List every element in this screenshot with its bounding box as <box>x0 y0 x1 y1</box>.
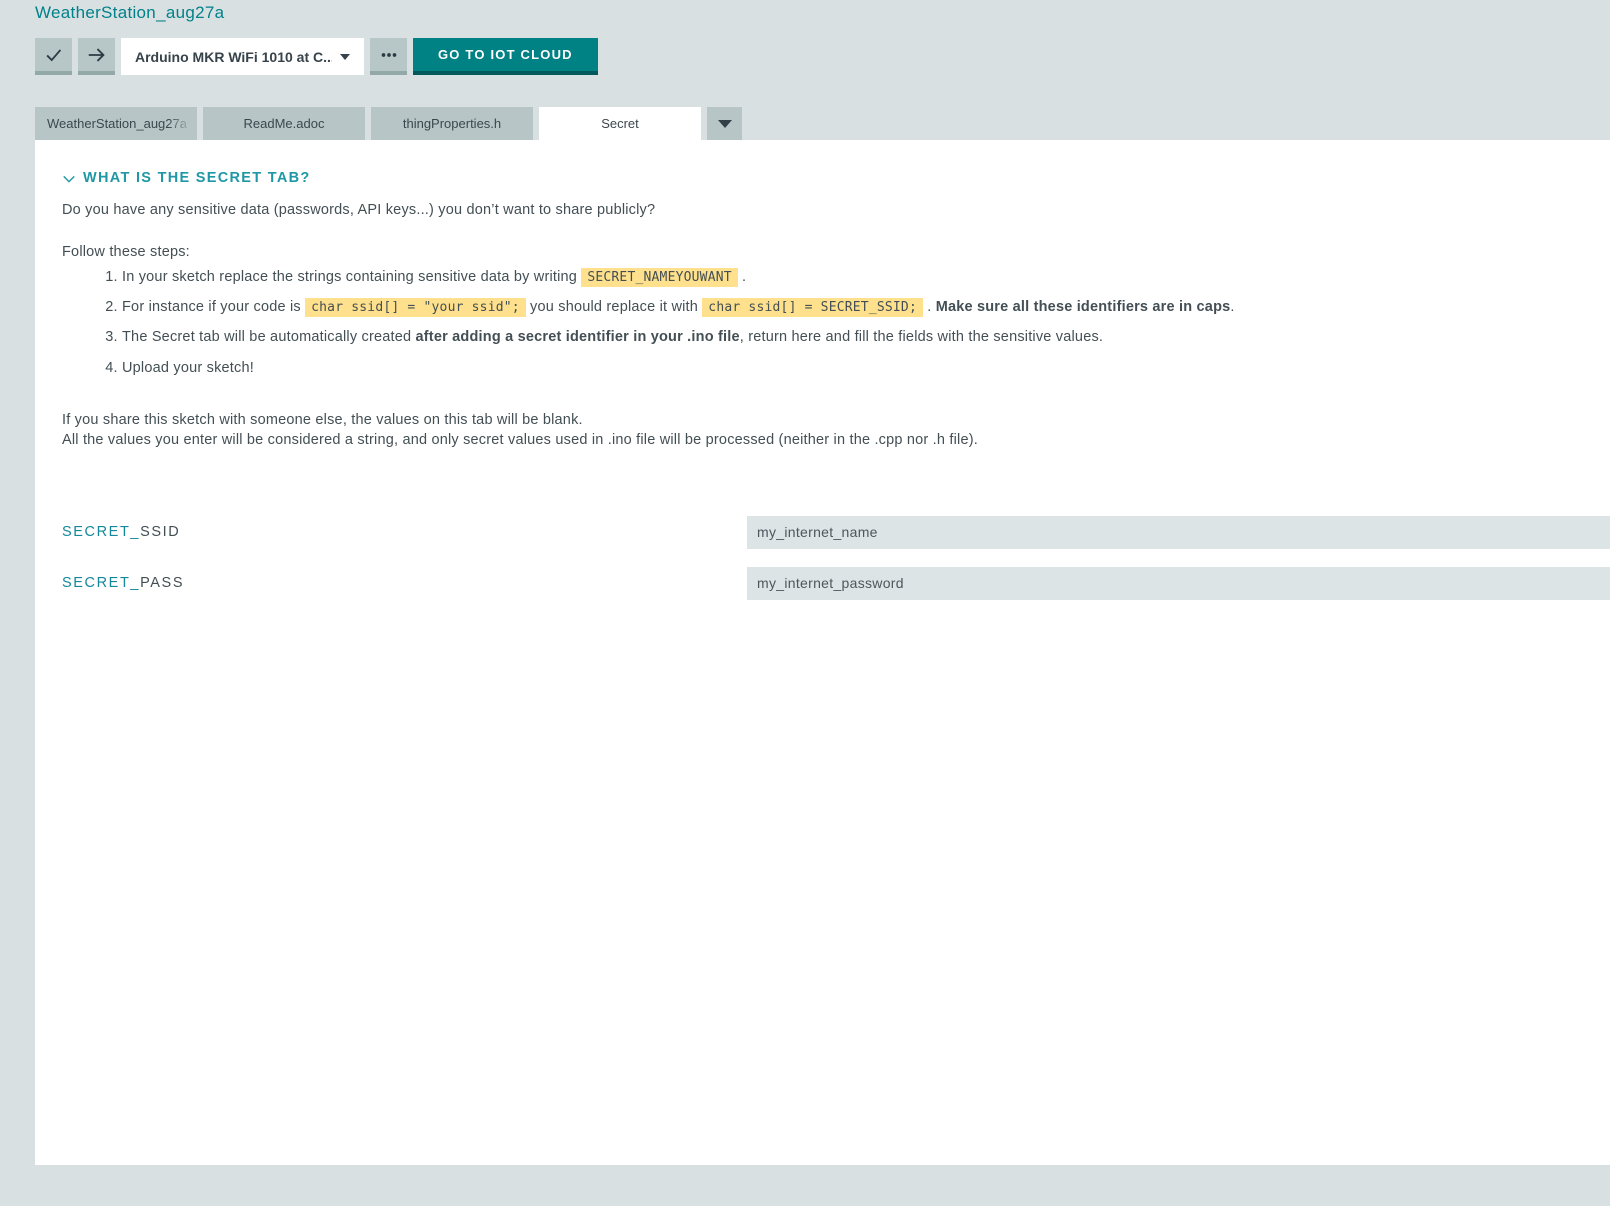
step-item: For instance if your code is char ssid[]… <box>122 296 1610 319</box>
step-text-bold: after adding a secret identifier in your… <box>416 329 740 345</box>
tab-readme-adoc[interactable]: ReadMe.adoc <box>203 107 365 140</box>
step-text: Upload your sketch! <box>122 360 254 376</box>
section-title: WHAT IS THE SECRET TAB? <box>83 170 311 186</box>
label-prefix: SECRET_ <box>62 575 140 591</box>
notes-paragraph: If you share this sketch with someone el… <box>62 410 1610 450</box>
inline-code: char ssid[] = SECRET_SSID; <box>702 298 923 317</box>
tab-label: thingProperties.h <box>403 116 501 131</box>
note-line-1: If you share this sketch with someone el… <box>62 412 583 428</box>
board-selector-value: Arduino MKR WiFi 1010 at C... <box>135 49 332 65</box>
toolbar: Arduino MKR WiFi 1010 at C... GO TO IOT … <box>35 38 598 75</box>
steps-label: Follow these steps: <box>62 244 1610 260</box>
tab-bar: WeatherStation_aug27a ReadMe.adoc thingP… <box>35 107 742 140</box>
label-prefix: SECRET_ <box>62 524 140 540</box>
step-text: you should replace it with <box>526 299 702 315</box>
more-options-button[interactable] <box>370 38 407 75</box>
note-line-2: All the values you enter will be conside… <box>62 432 978 448</box>
tab-label: ReadMe.adoc <box>244 116 325 131</box>
step-text: For instance if your code is <box>122 299 305 315</box>
arrow-right-icon <box>86 44 108 66</box>
step-text: , return here and fill the fields with t… <box>740 329 1103 345</box>
tab-label: Secret <box>601 116 639 131</box>
inline-code: char ssid[] = "your ssid"; <box>305 298 526 317</box>
secret-pass-label: SECRET_PASS <box>62 575 747 591</box>
step-item: The Secret tab will be automatically cre… <box>122 326 1610 349</box>
chevron-down-icon <box>340 54 350 60</box>
verify-button[interactable] <box>35 38 72 75</box>
tab-label: WeatherStation_aug27a <box>35 116 197 131</box>
page-title: WeatherStation_aug27a <box>35 3 224 23</box>
label-suffix: SSID <box>140 524 180 540</box>
step-text: The Secret tab will be automatically cre… <box>122 329 416 345</box>
intro-paragraph: Do you have any sensitive data (password… <box>62 202 1610 218</box>
step-text: . <box>923 299 936 315</box>
secret-ssid-input[interactable] <box>747 516 1610 549</box>
secret-pass-input[interactable] <box>747 567 1610 600</box>
tab-weatherstation-ino[interactable]: WeatherStation_aug27a <box>35 107 197 140</box>
secret-steps: In your sketch replace the strings conta… <box>62 266 1610 380</box>
step-text-bold: Make sure all these identifiers are in c… <box>936 299 1231 315</box>
tab-secret[interactable]: Secret <box>539 107 701 140</box>
step-text: In your sketch replace the strings conta… <box>122 269 581 285</box>
section-header-what-is-secret-tab[interactable]: WHAT IS THE SECRET TAB? <box>62 170 1610 186</box>
inline-code: SECRET_NAMEYOUWANT <box>581 268 737 287</box>
go-to-iot-cloud-button[interactable]: GO TO IOT CLOUD <box>413 38 598 75</box>
ellipsis-icon <box>378 44 400 66</box>
secret-pass-row: SECRET_PASS <box>62 567 1610 600</box>
step-text: . <box>1230 299 1234 315</box>
board-selector[interactable]: Arduino MKR WiFi 1010 at C... <box>121 38 364 75</box>
secret-ssid-label: SECRET_SSID <box>62 524 747 540</box>
secret-ssid-row: SECRET_SSID <box>62 516 1610 549</box>
step-item: In your sketch replace the strings conta… <box>122 266 1610 289</box>
secret-tab-panel: WHAT IS THE SECRET TAB? Do you have any … <box>35 140 1610 1165</box>
chevron-down-icon <box>62 172 76 185</box>
label-suffix: PASS <box>140 575 184 591</box>
secret-form: SECRET_SSID SECRET_PASS <box>62 516 1610 600</box>
tab-thingproperties-h[interactable]: thingProperties.h <box>371 107 533 140</box>
upload-button[interactable] <box>78 38 115 75</box>
step-text: . <box>738 269 746 285</box>
tab-overflow-button[interactable] <box>707 107 742 140</box>
checkmark-icon <box>43 44 65 66</box>
triangle-down-icon <box>718 120 732 128</box>
step-item: Upload your sketch! <box>122 357 1610 380</box>
